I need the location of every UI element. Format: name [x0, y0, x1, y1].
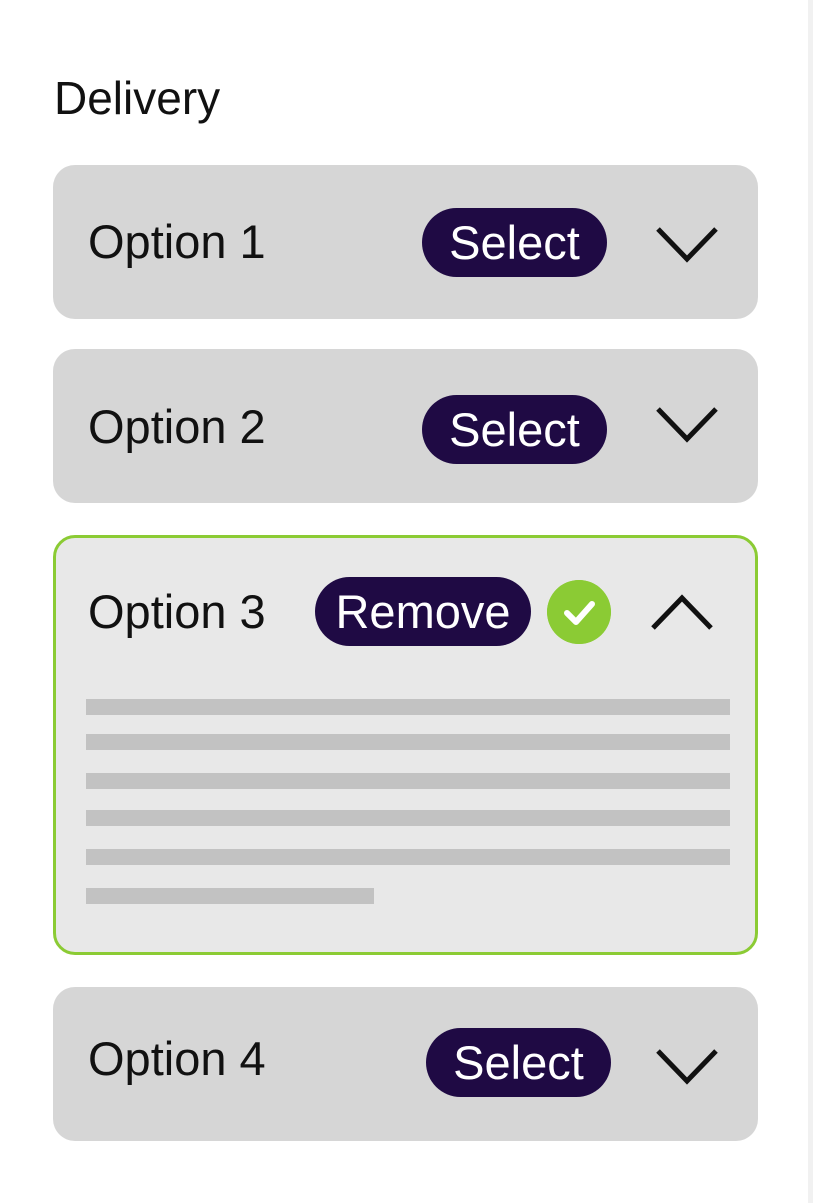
option-label: Option 1 — [88, 215, 266, 268]
option-label: Option 3 — [88, 585, 266, 638]
chevron-up-icon[interactable] — [649, 592, 715, 632]
select-button[interactable]: Select — [426, 1028, 611, 1097]
chevron-down-icon[interactable] — [654, 225, 720, 265]
text-placeholder-line — [86, 699, 730, 715]
option-card-3[interactable]: Option 3 Remove — [53, 535, 758, 955]
option-label: Option 2 — [88, 400, 266, 453]
text-placeholder-line — [86, 810, 730, 826]
select-button[interactable]: Select — [422, 208, 607, 277]
text-placeholder-line — [86, 773, 730, 789]
option-card-1[interactable]: Option 1 Select — [53, 165, 758, 319]
text-placeholder-line — [86, 849, 730, 865]
chevron-down-icon[interactable] — [654, 405, 720, 445]
option-card-2[interactable]: Option 2 Select — [53, 349, 758, 503]
chevron-down-icon[interactable] — [654, 1047, 720, 1087]
check-circle-icon — [547, 580, 611, 644]
scrollbar-track — [808, 0, 813, 1203]
select-button[interactable]: Select — [422, 395, 607, 464]
text-placeholder-line — [86, 888, 374, 904]
text-placeholder-line — [86, 734, 730, 750]
option-label: Option 4 — [88, 1032, 266, 1085]
section-title: Delivery — [54, 72, 221, 124]
option-card-4[interactable]: Option 4 Select — [53, 987, 758, 1141]
remove-button[interactable]: Remove — [315, 577, 531, 646]
